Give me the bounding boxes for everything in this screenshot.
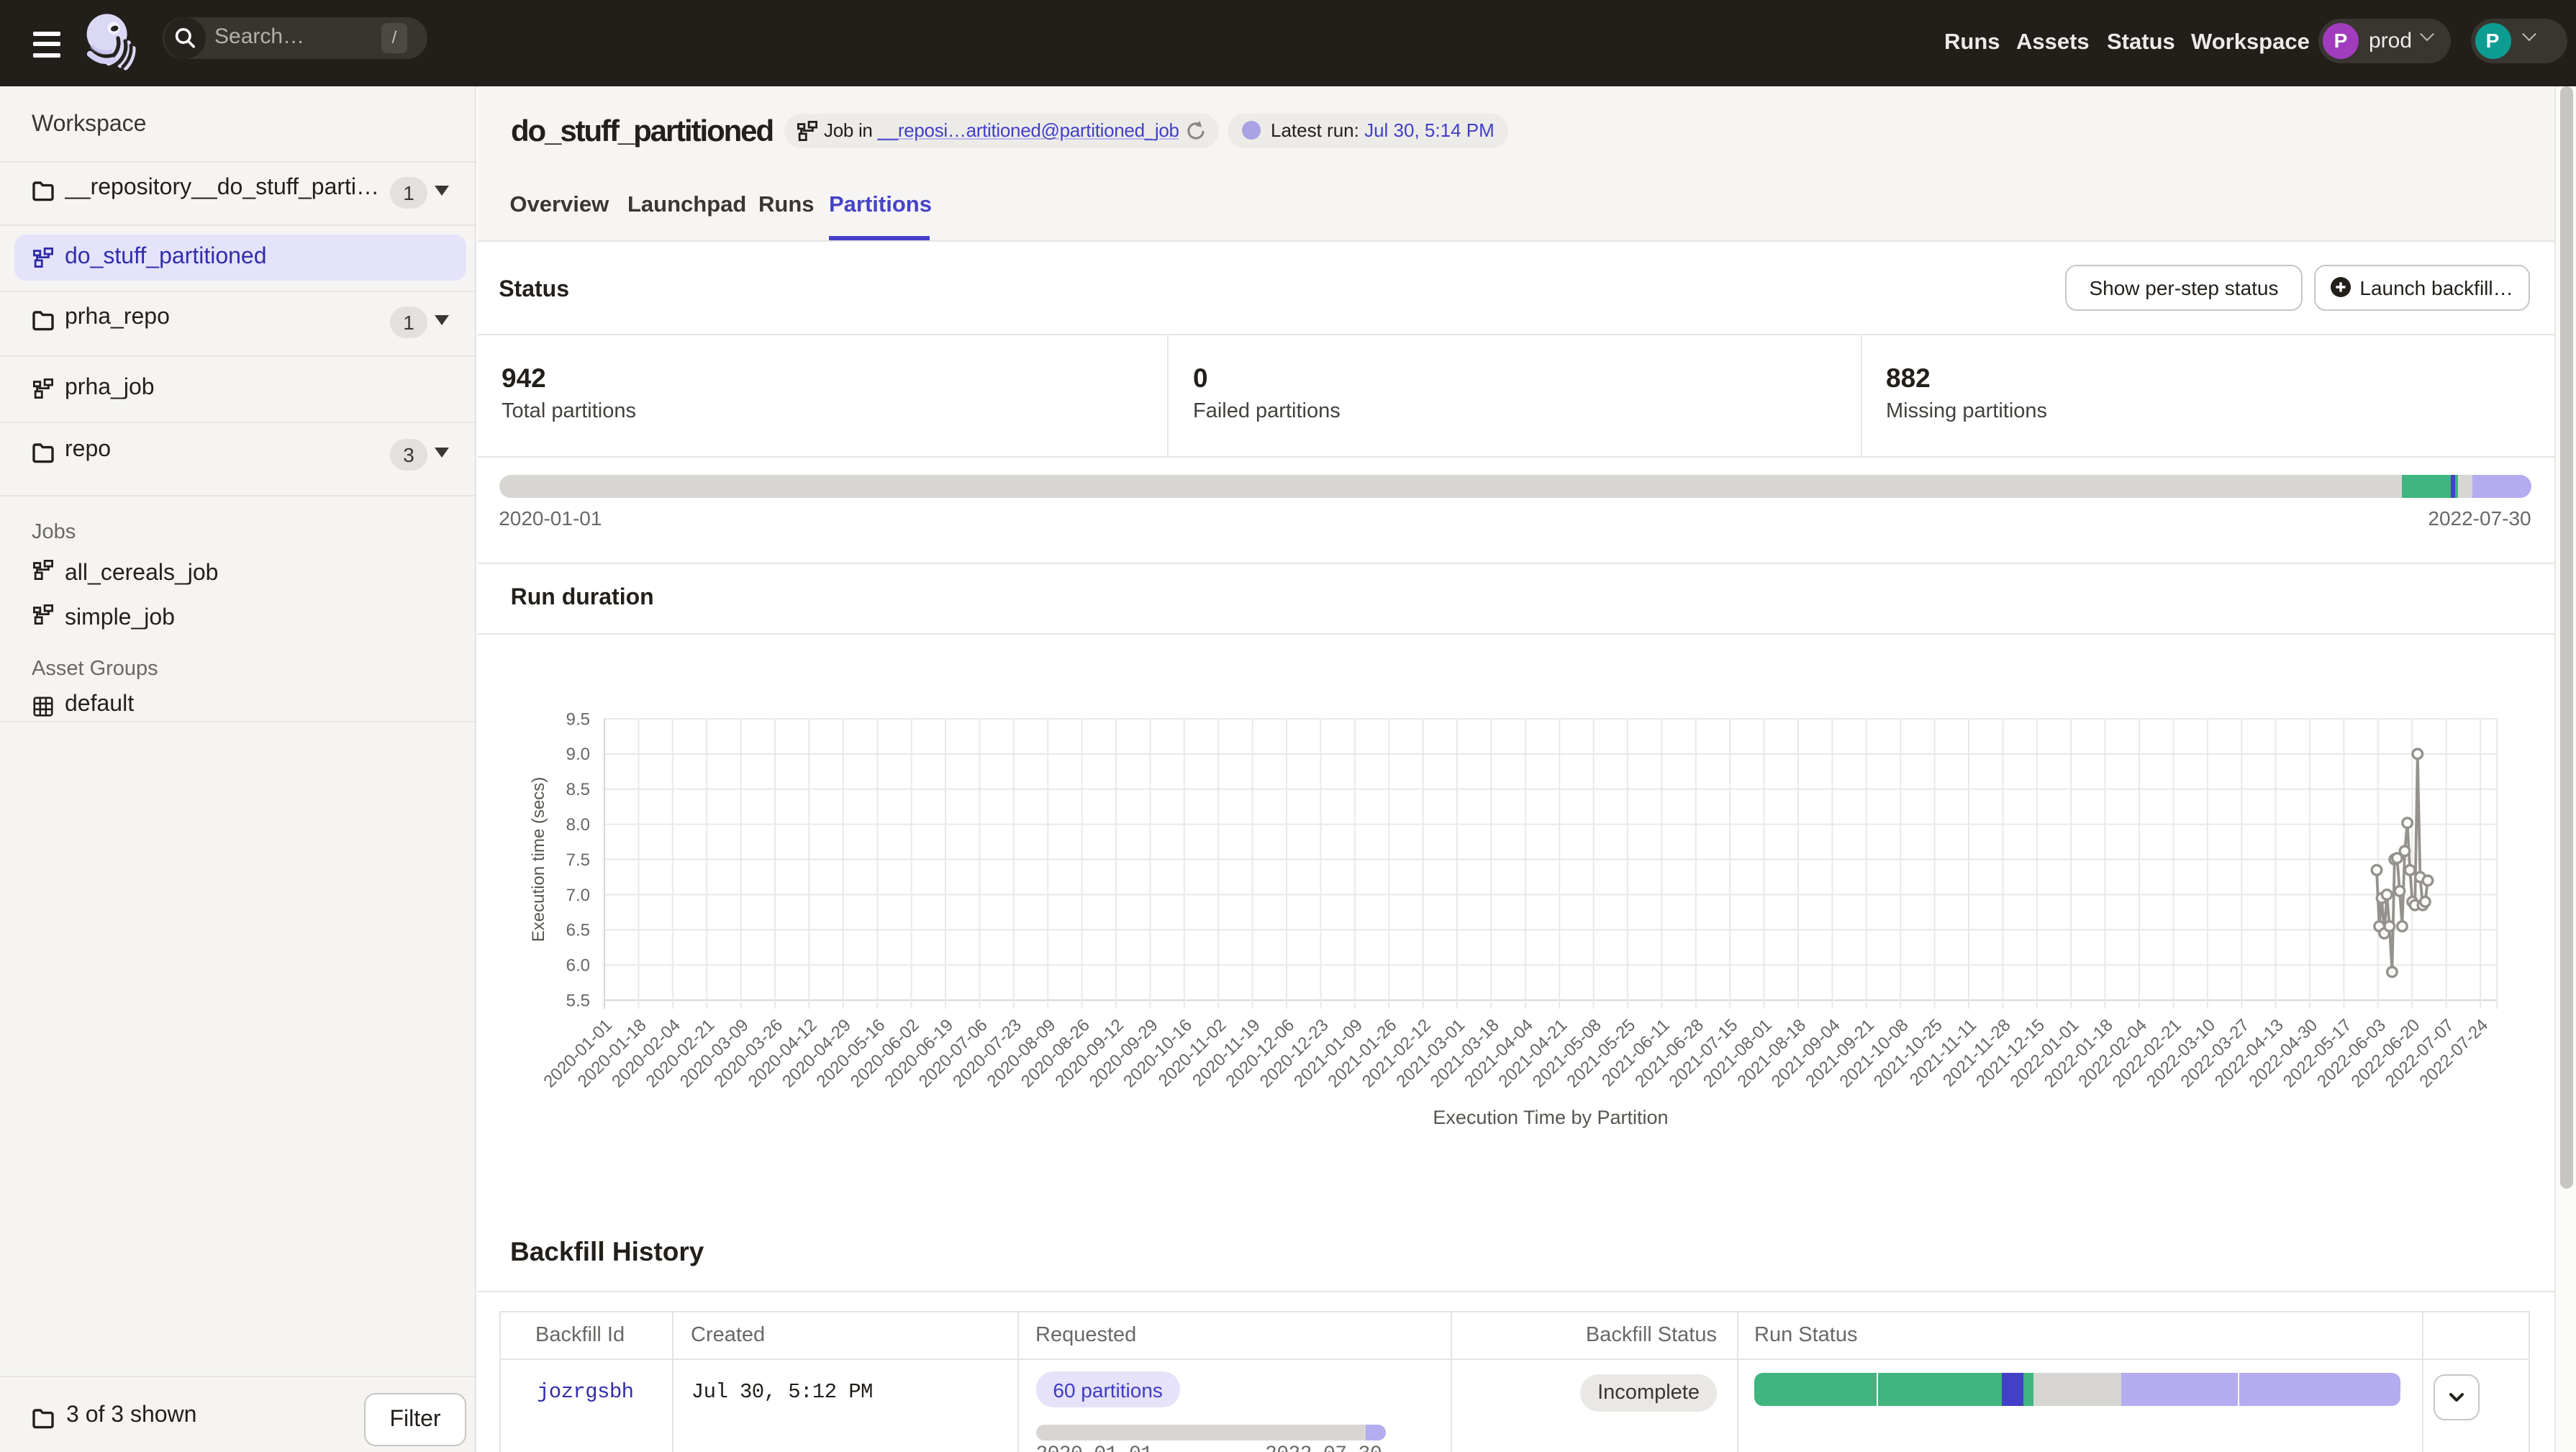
svg-text:Execution time (secs): Execution time (secs)	[529, 777, 548, 942]
svg-text:6.5: 6.5	[566, 921, 590, 940]
svg-text:8.5: 8.5	[566, 780, 590, 799]
svg-text:7.5: 7.5	[566, 850, 590, 870]
svg-text:6.0: 6.0	[566, 956, 590, 976]
svg-text:7.0: 7.0	[566, 886, 590, 905]
svg-text:9.0: 9.0	[566, 745, 590, 764]
svg-text:9.5: 9.5	[566, 709, 590, 729]
svg-text:Execution Time by Partition: Execution Time by Partition	[1433, 1107, 1668, 1128]
svg-text:5.5: 5.5	[566, 991, 590, 1010]
svg-text:8.0: 8.0	[566, 815, 590, 835]
